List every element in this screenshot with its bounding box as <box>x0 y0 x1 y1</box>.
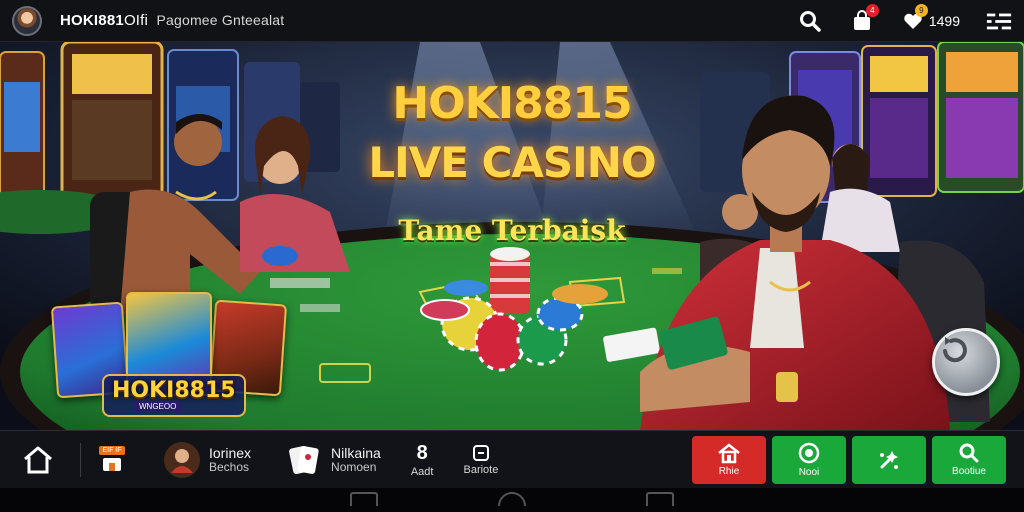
cards-icon <box>289 445 319 474</box>
search-icon <box>959 443 979 463</box>
store-icon <box>103 458 121 471</box>
nav-entry-1-title: Iorinex <box>209 444 252 461</box>
box-icon <box>472 445 489 461</box>
back-nav-icon[interactable] <box>350 492 378 506</box>
menu-grid-icon <box>986 13 1012 29</box>
number-icon: 8 <box>416 441 428 464</box>
divider <box>80 442 81 477</box>
chat-badge: 9 <box>914 3 928 17</box>
menu-button[interactable] <box>986 8 1012 34</box>
action-search-button[interactable]: Bootiue <box>932 435 1006 484</box>
home-icon <box>24 446 52 473</box>
house-icon <box>718 443 740 464</box>
home-button[interactable] <box>18 440 58 480</box>
notifications-button[interactable]: 4 <box>849 3 879 34</box>
top-bar: HOKI881OIfi Pagomee Gnteealat 4 9 1499 <box>0 0 1024 42</box>
coin-count: 1499 <box>928 12 960 29</box>
nav-entry-1-sub: Bechos <box>209 459 250 474</box>
nav-entry-1[interactable]: Iorinex Bechos <box>163 441 251 479</box>
bottom-bar: EIF IF Iorinex Bechos Nilkaina Nomoen 8 … <box>0 430 1024 488</box>
action-search-label: Bootiue <box>952 466 986 477</box>
hero-title-line1: HOKI8815 <box>392 78 632 129</box>
nav-entry-2-title: Nilkaina <box>331 444 381 461</box>
hero-tagline: Tame Terbaisk <box>398 214 626 247</box>
tile-logo-sub: WNGEOO <box>134 401 182 412</box>
search-button[interactable] <box>797 8 823 34</box>
app-title: HOKI881OIfi Pagomee Gnteealat <box>60 12 284 29</box>
top-icons: 4 9 1499 <box>797 3 1012 34</box>
action-live-label: Nooi <box>798 467 820 478</box>
chat-button[interactable]: 9 1499 <box>901 3 960 34</box>
game-thumb-icon <box>164 441 200 478</box>
sparkle-icon <box>880 450 898 469</box>
app-title-main: HOKI881 <box>60 12 124 29</box>
mini-button-1[interactable]: 8 Aadt <box>411 442 434 478</box>
refresh-button[interactable] <box>932 328 1000 396</box>
app-title-suffix: OIfi <box>123 12 149 29</box>
action-home-label: Rhie <box>718 466 740 477</box>
app-subtitle: Pagomee Gnteealat <box>156 12 285 28</box>
action-live-button[interactable]: Nooi <box>772 435 846 484</box>
action-bonus-button[interactable] <box>852 435 926 484</box>
notification-badge: 4 <box>865 3 879 17</box>
circle-icon <box>798 442 820 464</box>
hero-banner[interactable]: HOKI8815 LIVE CASINO Tame Terbaisk HOKI8… <box>0 42 1024 430</box>
action-buttons: Rhie Nooi Bootiue <box>692 435 1006 484</box>
recents-nav-icon[interactable] <box>646 492 674 506</box>
store-tag: EIF IF <box>99 446 125 455</box>
nav-entry-2[interactable]: Nilkaina Nomoen <box>285 441 381 479</box>
home-nav-icon[interactable] <box>498 492 526 506</box>
store-button[interactable]: EIF IF <box>95 443 129 477</box>
refresh-icon <box>943 337 967 363</box>
nav-entry-2-sub: Nomoen <box>331 459 377 474</box>
action-home-button[interactable]: Rhie <box>692 435 766 484</box>
game-tiles: HOKI8815 WNGEOO <box>50 292 292 417</box>
search-icon <box>799 10 821 32</box>
system-nav-bar <box>0 488 1024 512</box>
mini-button-2-label: Bariote <box>463 464 499 476</box>
mini-button-1-label: Aadt <box>410 465 434 478</box>
mini-button-2[interactable]: Bariote <box>463 443 498 476</box>
avatar[interactable] <box>12 5 42 36</box>
hero-title-line2: LIVE CASINO <box>368 138 656 187</box>
